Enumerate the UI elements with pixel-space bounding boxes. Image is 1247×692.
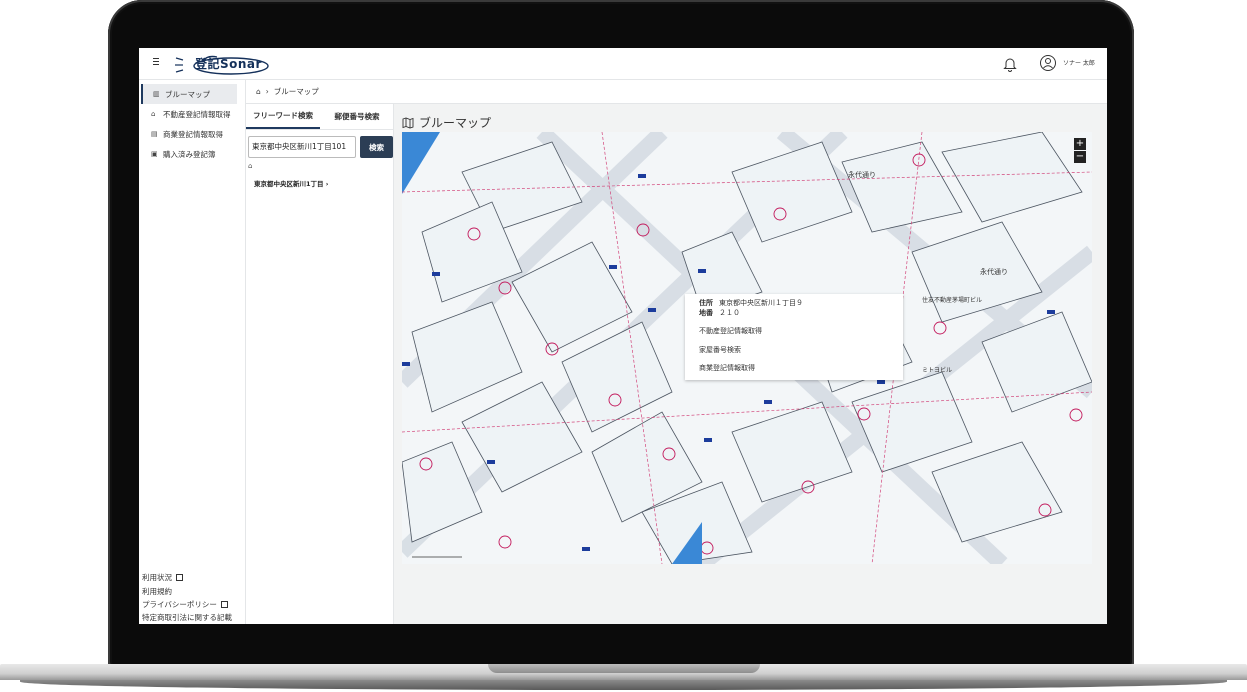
search-input[interactable]: 東京都中央区新川1丁目101 (248, 136, 356, 158)
sidebar-item-label: 不動産登記情報取得 (163, 109, 231, 119)
logo-text: 登記Sonar (195, 57, 262, 71)
sidebar: ▥ ブルーマップ ⌂ 不動産登記情報取得 ▤ 商業登記情報取得 ▣ 購入済み登記… (139, 80, 246, 624)
sidebar-item-label: 商業登記情報取得 (163, 129, 223, 139)
sidebar-item-bluemap[interactable]: ▥ ブルーマップ (141, 84, 237, 104)
sidebar-item-label: ブルーマップ (165, 89, 210, 99)
footer-link-label: 利用状況 (142, 573, 172, 582)
address-key: 住所 (699, 299, 713, 307)
menu-icon[interactable] (153, 58, 159, 65)
breadcrumb: ⌂ › ブルーマップ (246, 80, 1107, 104)
sidebar-item-purchased-registers[interactable]: ▣ 購入済み登記簿 (141, 144, 237, 164)
user-name[interactable]: ソナー 太郎 (1063, 58, 1095, 67)
tab-postal-code-search[interactable]: 郵便番号検索 (320, 104, 394, 129)
building-label: ミトヨビル (922, 366, 952, 374)
search-result-item[interactable]: 東京都中央区新川1丁目 › (254, 178, 328, 188)
chevron-right-icon: › (265, 87, 269, 96)
zoom-in-button[interactable]: + (1074, 138, 1086, 150)
home-icon: ⌂ (151, 110, 156, 118)
footer-link-label: プライバシーポリシー (142, 600, 217, 609)
search-button[interactable]: 検索 (360, 136, 393, 158)
building-icon: ▤ (151, 130, 158, 138)
breadcrumb-current: ブルーマップ (273, 87, 319, 96)
home-icon: ⌂ (248, 162, 253, 170)
street-label: 永代通り (848, 170, 876, 179)
bell-icon[interactable] (1003, 56, 1017, 72)
map-popup: 住所 東京都中央区新川１丁目９ 地番 ２１０ 不動産登記情報取得 家屋番号検索 … (685, 294, 903, 380)
popup-action-commercial-registry[interactable]: 商業登記情報取得 (699, 363, 755, 373)
address-value: 東京都中央区新川１丁目９ (719, 299, 803, 307)
sidebar-item-commercial-registry[interactable]: ▤ 商業登記情報取得 (141, 124, 237, 144)
tab-free-word-search[interactable]: フリーワード検索 (246, 104, 320, 129)
zoom-out-button[interactable]: − (1074, 151, 1086, 163)
popup-action-house-number-search[interactable]: 家屋番号検索 (699, 345, 741, 355)
search-panel: フリーワード検索 郵便番号検索 東京都中央区新川1丁目101 検索 ⌂ 東京都中… (246, 104, 394, 624)
sidebar-item-real-estate-registry[interactable]: ⌂ 不動産登記情報取得 (141, 104, 237, 124)
external-link-icon (220, 601, 228, 608)
user-avatar-icon[interactable] (1039, 54, 1057, 72)
blue-map[interactable]: 永代通り 永代通り ミトヨビル 住友不動産茅場町ビル + − 住所 東京都中央区… (402, 132, 1092, 564)
app-screen: 登記Sonar ソナー 太郎 ▥ ブルーマップ ⌂ 不動産登記情報取得 ▤ 商業… (139, 48, 1107, 624)
top-bar: 登記Sonar ソナー 太郎 (139, 48, 1107, 80)
sidebar-item-label: 購入済み登記簿 (163, 149, 216, 159)
street-label: 永代通り (980, 267, 1008, 276)
search-input-value: 東京都中央区新川1丁目101 (252, 142, 347, 151)
commercial-law-link[interactable]: 特定商取引法に関する記載 (142, 612, 232, 623)
lot-value: ２１０ (719, 309, 740, 317)
popup-action-real-estate-registry[interactable]: 不動産登記情報取得 (699, 326, 762, 336)
map-icon (402, 117, 414, 128)
footer-link-label: 特定商取引法に関する記載 (142, 613, 232, 622)
building-label: 住友不動産茅場町ビル (922, 296, 982, 304)
search-tabs: フリーワード検索 郵便番号検索 (246, 104, 394, 130)
map-icon: ▥ (153, 90, 160, 98)
usage-status-link[interactable]: 利用状況 (142, 572, 183, 583)
map-title-text: ブルーマップ (419, 116, 492, 130)
terms-link[interactable]: 利用規約 (142, 586, 172, 597)
document-icon: ▣ (151, 150, 158, 158)
laptop-base (0, 664, 1247, 692)
footer-link-label: 利用規約 (142, 587, 172, 596)
home-icon[interactable]: ⌂ (256, 87, 261, 96)
page-title: ブルーマップ (402, 114, 491, 131)
lot-key: 地番 (699, 309, 713, 317)
privacy-policy-link[interactable]: プライバシーポリシー (142, 599, 228, 610)
external-link-icon (176, 574, 183, 581)
